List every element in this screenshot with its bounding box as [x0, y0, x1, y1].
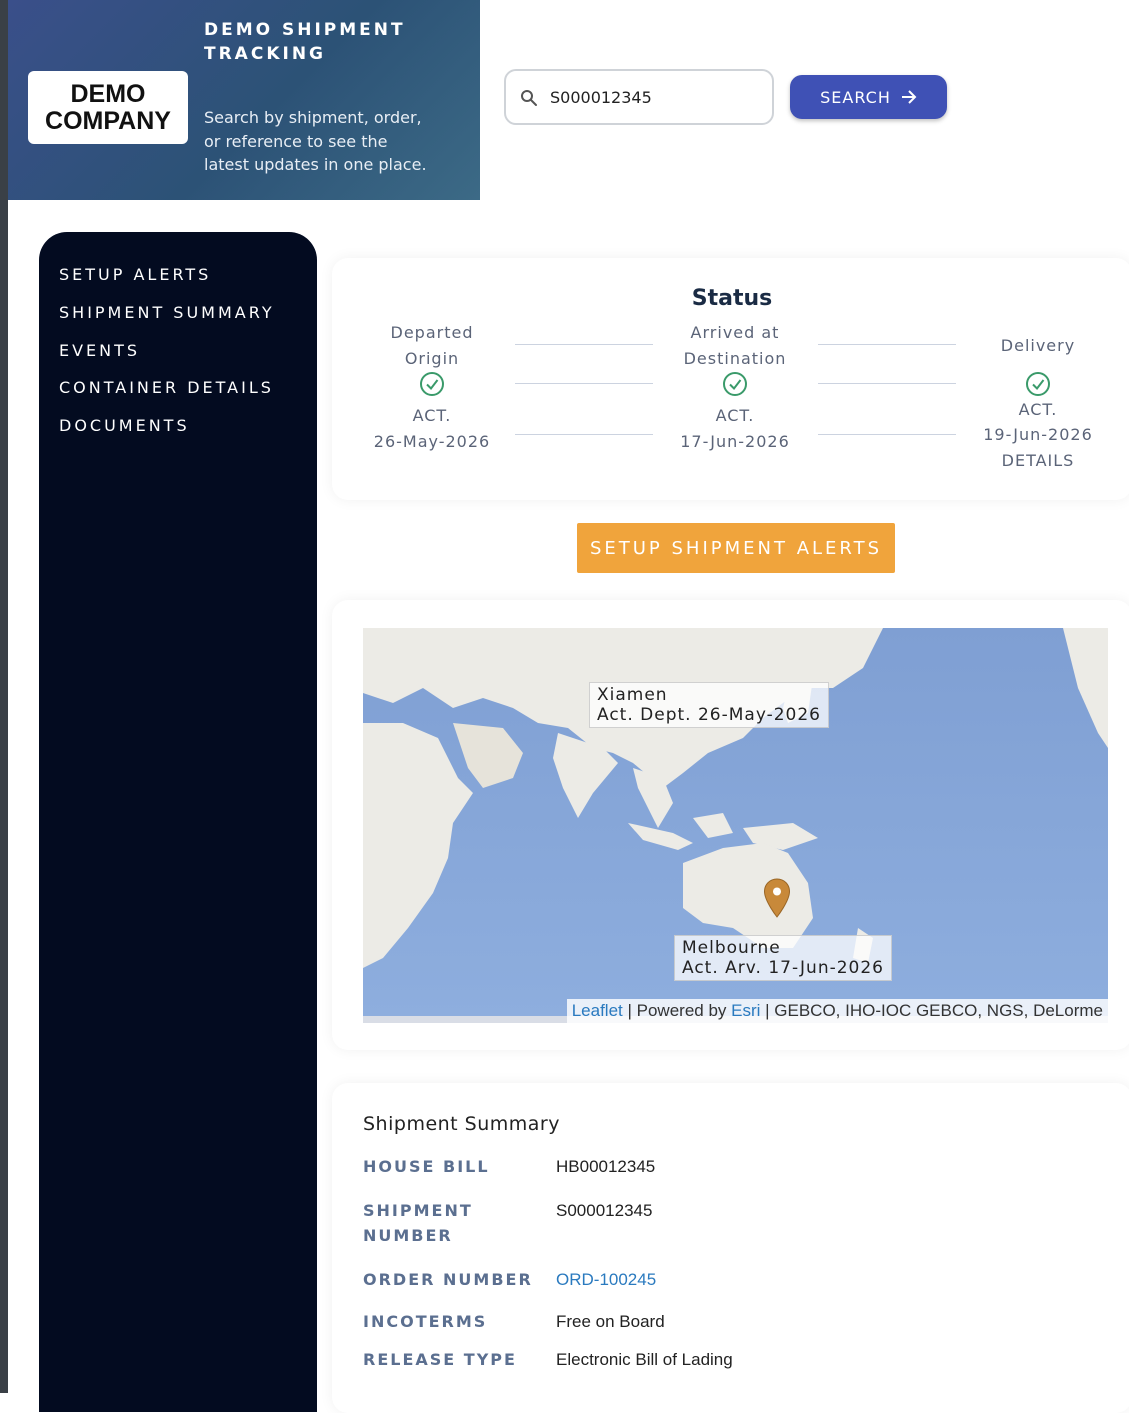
label-order-number: ORDER NUMBER [363, 1270, 533, 1289]
milestone-date: 26-May-2026 [373, 431, 491, 451]
destination-name: Melbourne [682, 938, 781, 958]
header-banner: DEMO COMPANY DEMO SHIPMENT TRACKING Sear… [8, 0, 480, 200]
label-line: NUMBER [363, 1226, 453, 1245]
milestone-label: Origin [404, 348, 460, 368]
search-field[interactable] [504, 69, 774, 125]
company-logo: DEMO COMPANY [28, 71, 188, 144]
map-pin-icon[interactable] [763, 878, 791, 918]
search-button-label: SEARCH [820, 87, 891, 107]
shipment-summary-card: Shipment Summary HOUSE BILL HB00012345 S… [332, 1083, 1129, 1413]
milestone-status: ACT. [1018, 399, 1058, 419]
connector-line [515, 434, 653, 435]
check-circle-icon [420, 372, 444, 396]
value-shipment-number: S000012345 [556, 1201, 653, 1220]
connector-line [818, 434, 956, 435]
setup-shipment-alerts-button[interactable]: SETUP SHIPMENT ALERTS [577, 523, 895, 573]
label-incoterms: INCOTERMS [363, 1312, 488, 1331]
arrow-right-icon [901, 90, 917, 104]
description-line-1: Search by shipment, order, [204, 108, 422, 127]
search-input[interactable] [550, 81, 760, 113]
milestone-date: 19-Jun-2026 [983, 425, 1093, 444]
esri-link[interactable]: Esri [731, 1001, 760, 1020]
milestone-status: ACT. [715, 406, 755, 425]
check-circle-icon [723, 372, 747, 396]
destination-detail: Act. Arv. 17-Jun-2026 [682, 958, 884, 978]
route-map[interactable]: Xiamen Act. Dept. 26-May-2026 Melbourne … [363, 628, 1108, 1023]
origin-name: Xiamen [597, 685, 668, 705]
search-icon [521, 90, 537, 106]
sidebar-item-events[interactable]: EVENTS [59, 341, 317, 379]
page-title-line-1: DEMO SHIPMENT [204, 20, 406, 40]
milestone-departed-origin: Departed Origin ACT. 26-May-2026 [332, 320, 532, 454]
connector-line [818, 383, 956, 384]
milestone-label: Delivery [1000, 336, 1076, 355]
milestone-label: Destination [683, 348, 787, 368]
status-title: Status [691, 286, 773, 311]
milestone-date: 17-Jun-2026 [680, 431, 790, 451]
sidebar-item-container-details[interactable]: CONTAINER DETAILS [59, 378, 317, 416]
search-button[interactable]: SEARCH [790, 75, 947, 119]
logo-line-2: COMPANY [45, 106, 171, 135]
order-number-link[interactable]: ORD-100245 [556, 1267, 656, 1292]
description-line-3: latest updates in one place. [204, 155, 427, 174]
logo-line-1: DEMO [70, 79, 146, 108]
page-title: DEMO SHIPMENT TRACKING [204, 18, 464, 66]
status-card: Status Departed Origin ACT. 26-May-2026 … [332, 258, 1129, 500]
sidebar-item-setup-alerts[interactable]: SETUP ALERTS [59, 265, 317, 303]
sidebar-item-shipment-summary[interactable]: SHIPMENT SUMMARY [59, 303, 317, 341]
value-house-bill: HB00012345 [556, 1157, 656, 1176]
value-release-type: Electronic Bill of Lading [556, 1350, 733, 1369]
window-edge [0, 0, 8, 1393]
label-house-bill: HOUSE BILL [363, 1157, 490, 1176]
origin-label: Xiamen Act. Dept. 26-May-2026 [589, 682, 829, 728]
sidebar-nav: SETUP ALERTS SHIPMENT SUMMARY EVENTS CON… [39, 232, 317, 1412]
milestone-label: Departed [390, 323, 474, 342]
label-line: SHIPMENT [363, 1201, 473, 1220]
page-description: Search by shipment, order, or reference … [204, 106, 464, 177]
origin-detail: Act. Dept. 26-May-2026 [597, 705, 821, 725]
check-circle-icon [1026, 371, 1050, 396]
attribution-text: | GEBCO, IHO-IOC GEBCO, NGS, DeLorme [760, 1001, 1103, 1020]
map-card: Xiamen Act. Dept. 26-May-2026 Melbourne … [332, 600, 1129, 1050]
sidebar-item-documents[interactable]: DOCUMENTS [59, 416, 317, 454]
connector-line [515, 344, 653, 345]
milestone-arrived-destination: Arrived at Destination ACT. 17-Jun-2026 [635, 320, 835, 454]
attribution-text: | Powered by [622, 1001, 732, 1020]
page-title-line-2: TRACKING [204, 44, 326, 64]
description-line-2: or reference to see the [204, 131, 388, 151]
details-link[interactable]: DETAILS [938, 448, 1129, 474]
value-incoterms: Free on Board [556, 1312, 665, 1331]
map-attribution: Leaflet | Powered by Esri | GEBCO, IHO-I… [566, 999, 1108, 1023]
milestone-delivery: Delivery ACT. 19-Jun-2026 DETAILS [938, 333, 1129, 473]
label-release-type: RELEASE TYPE [363, 1350, 517, 1369]
label-shipment-number: SHIPMENT NUMBER [363, 1198, 543, 1248]
leaflet-link[interactable]: Leaflet [572, 1001, 623, 1020]
destination-label: Melbourne Act. Arv. 17-Jun-2026 [674, 935, 892, 981]
milestone-status: ACT. [412, 406, 452, 425]
connector-line [515, 383, 653, 384]
milestone-label: Arrived at [690, 323, 780, 342]
connector-line [818, 344, 956, 345]
section-title: Shipment Summary [363, 1113, 560, 1135]
